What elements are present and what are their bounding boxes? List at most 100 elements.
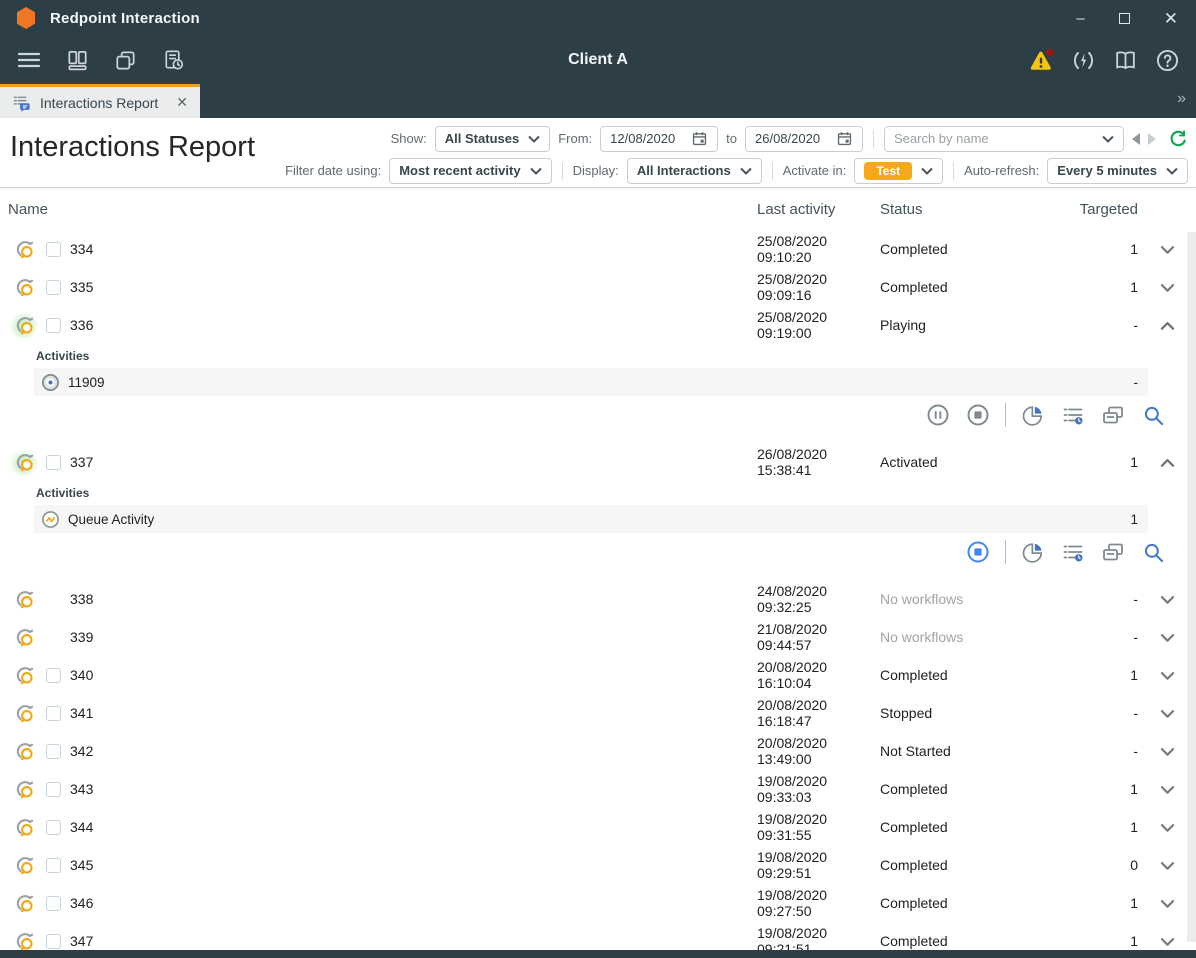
next-page-icon[interactable] bbox=[1148, 133, 1156, 145]
row-checkbox[interactable] bbox=[46, 242, 61, 257]
table-row[interactable]: 340 20/08/2020 16:10:04 Completed 1 bbox=[0, 656, 1196, 694]
row-checkbox[interactable] bbox=[46, 318, 61, 333]
chevron-down-icon[interactable] bbox=[1158, 894, 1177, 913]
table-row[interactable]: 345 19/08/2020 09:29:51 Completed 0 bbox=[0, 846, 1196, 884]
table-row[interactable]: 338 24/08/2020 09:32:25 No workflows - bbox=[0, 580, 1196, 618]
tab-interactions-report[interactable]: Interactions Report ✕ bbox=[0, 84, 200, 118]
expanded-row-detail: Activities 11909- bbox=[34, 344, 1196, 431]
row-checkbox[interactable] bbox=[46, 782, 61, 797]
row-checkbox[interactable] bbox=[46, 668, 61, 683]
interaction-name: 345 bbox=[70, 857, 93, 873]
workflow-list-button[interactable] bbox=[1060, 539, 1086, 565]
vertical-scrollbar[interactable] bbox=[1187, 232, 1196, 942]
board-icon[interactable] bbox=[64, 47, 90, 73]
to-date-input[interactable]: 26/08/2020 bbox=[745, 126, 863, 152]
activate-in-select[interactable]: Test bbox=[854, 158, 943, 184]
chevron-down-icon[interactable] bbox=[1102, 135, 1114, 143]
tab-close-icon[interactable]: ✕ bbox=[174, 94, 190, 111]
interaction-name: 340 bbox=[70, 667, 93, 683]
interaction-icon bbox=[13, 314, 35, 336]
targeted-value: 1 bbox=[1040, 781, 1138, 797]
chevron-up-icon[interactable] bbox=[1158, 316, 1177, 335]
row-checkbox[interactable] bbox=[46, 896, 61, 911]
tab-overflow-icon[interactable]: » bbox=[1177, 90, 1184, 108]
sync-icon[interactable] bbox=[1070, 47, 1096, 73]
row-checkbox[interactable] bbox=[46, 280, 61, 295]
row-checkbox[interactable] bbox=[46, 744, 61, 759]
row-checkbox[interactable] bbox=[46, 455, 61, 470]
status-filter-select[interactable]: All Statuses bbox=[435, 126, 550, 152]
activity-row[interactable]: 11909- bbox=[34, 368, 1148, 396]
chevron-down-icon[interactable] bbox=[1158, 742, 1177, 761]
search-button[interactable] bbox=[1140, 402, 1166, 428]
activity-row[interactable]: Queue Activity1 bbox=[34, 505, 1148, 533]
cards-button[interactable] bbox=[1100, 539, 1126, 565]
book-icon[interactable] bbox=[1112, 47, 1138, 73]
row-checkbox[interactable] bbox=[46, 706, 61, 721]
chevron-down-icon[interactable] bbox=[1158, 818, 1177, 837]
chevron-down-icon[interactable] bbox=[1158, 278, 1177, 297]
menu-icon[interactable] bbox=[16, 47, 42, 73]
search-input[interactable]: Search by name bbox=[884, 126, 1124, 152]
target-activity-icon bbox=[40, 372, 60, 392]
chevron-down-icon[interactable] bbox=[1158, 628, 1177, 647]
workflow-list-button[interactable] bbox=[1060, 402, 1086, 428]
table-row[interactable]: 342 20/08/2020 13:49:00 Not Started - bbox=[0, 732, 1196, 770]
warning-icon[interactable] bbox=[1028, 47, 1054, 73]
interaction-name: 339 bbox=[70, 629, 93, 645]
column-header-status[interactable]: Status bbox=[880, 201, 1040, 218]
stop-button[interactable] bbox=[965, 402, 991, 428]
status-value: Not Started bbox=[880, 743, 1040, 759]
column-header-last-activity[interactable]: Last activity bbox=[757, 201, 880, 218]
table-row[interactable]: 335 25/08/2020 09:09:16 Completed 1 bbox=[0, 268, 1196, 306]
page-header: Interactions Report Show: All Statuses F… bbox=[0, 118, 1196, 188]
refresh-icon[interactable] bbox=[1168, 129, 1188, 149]
search-button[interactable] bbox=[1140, 539, 1166, 565]
chevron-down-icon[interactable] bbox=[1158, 666, 1177, 685]
filter-date-select[interactable]: Most recent activity bbox=[389, 158, 551, 184]
copy-pages-icon[interactable] bbox=[112, 47, 138, 73]
auto-refresh-select[interactable]: Every 5 minutes bbox=[1047, 158, 1188, 184]
table-row[interactable]: 343 19/08/2020 09:33:03 Completed 1 bbox=[0, 770, 1196, 808]
row-checkbox[interactable] bbox=[46, 858, 61, 873]
chevron-up-icon[interactable] bbox=[1158, 453, 1177, 472]
chevron-down-icon[interactable] bbox=[1158, 856, 1177, 875]
table-row[interactable]: 344 19/08/2020 09:31:55 Completed 1 bbox=[0, 808, 1196, 846]
chevron-down-icon[interactable] bbox=[1158, 240, 1177, 259]
previous-page-icon[interactable] bbox=[1132, 133, 1140, 145]
cards-button[interactable] bbox=[1100, 402, 1126, 428]
chevron-down-icon[interactable] bbox=[1158, 704, 1177, 723]
targeted-value: - bbox=[1040, 317, 1138, 333]
table-row[interactable]: 334 25/08/2020 09:10:20 Completed 1 bbox=[0, 230, 1196, 268]
display-select[interactable]: All Interactions bbox=[627, 158, 762, 184]
last-activity-value: 19/08/2020 09:29:51 bbox=[757, 849, 880, 881]
row-checkbox[interactable] bbox=[46, 820, 61, 835]
chevron-down-icon[interactable] bbox=[1158, 932, 1177, 951]
calendar-icon[interactable] bbox=[691, 130, 708, 147]
column-header-targeted[interactable]: Targeted bbox=[1040, 201, 1138, 218]
maximize-button[interactable] bbox=[1119, 13, 1130, 24]
chevron-down-icon[interactable] bbox=[1158, 590, 1177, 609]
chevron-down-icon[interactable] bbox=[1158, 780, 1177, 799]
table-row[interactable]: 341 20/08/2020 16:18:47 Stopped - bbox=[0, 694, 1196, 732]
row-checkbox[interactable] bbox=[46, 934, 61, 949]
pie-chart-button[interactable] bbox=[1020, 402, 1046, 428]
minimize-button[interactable]: – bbox=[1076, 11, 1084, 26]
table-row[interactable]: 337 26/08/2020 15:38:41 Activated 1 bbox=[0, 443, 1196, 481]
expanded-row-detail: Activities Queue Activity1 bbox=[34, 481, 1196, 568]
from-date-input[interactable]: 12/08/2020 bbox=[600, 126, 718, 152]
redpoint-logo-icon bbox=[14, 6, 38, 30]
help-icon[interactable] bbox=[1154, 47, 1180, 73]
column-header-name[interactable]: Name bbox=[0, 201, 757, 218]
document-clock-icon[interactable] bbox=[160, 47, 186, 73]
table-row[interactable]: 346 19/08/2020 09:27:50 Completed 1 bbox=[0, 884, 1196, 922]
pie-chart-button[interactable] bbox=[1020, 539, 1046, 565]
pause-button[interactable] bbox=[925, 402, 951, 428]
table-row[interactable]: 336 25/08/2020 09:19:00 Playing - bbox=[0, 306, 1196, 344]
targeted-value: - bbox=[1040, 743, 1138, 759]
stop-button[interactable] bbox=[965, 539, 991, 565]
close-button[interactable]: ✕ bbox=[1164, 10, 1178, 27]
interaction-icon bbox=[13, 740, 35, 762]
table-row[interactable]: 339 21/08/2020 09:44:57 No workflows - bbox=[0, 618, 1196, 656]
calendar-icon[interactable] bbox=[836, 130, 853, 147]
